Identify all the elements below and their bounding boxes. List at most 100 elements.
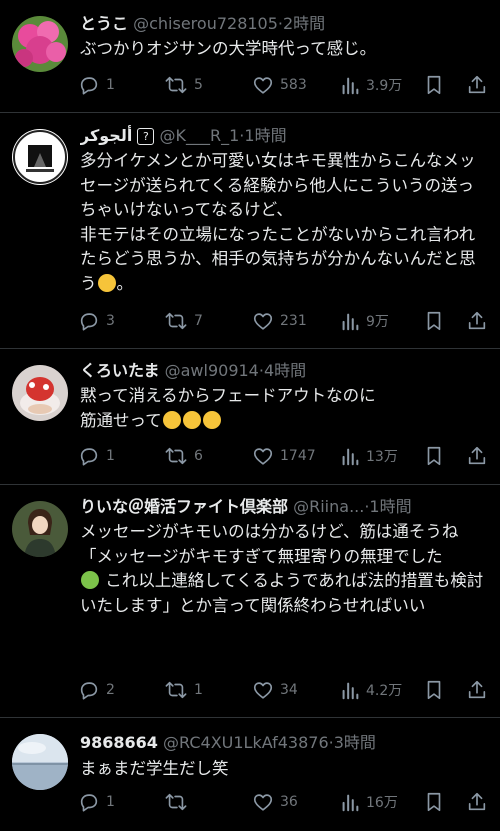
display-name[interactable]: りいな＠婚活ファイト倶楽部 <box>80 497 288 516</box>
bookmark-button[interactable] <box>424 309 444 333</box>
avatar[interactable] <box>12 129 68 185</box>
share-button[interactable] <box>466 73 488 97</box>
views-button[interactable]: 9万 <box>340 309 389 333</box>
views-icon <box>342 794 359 812</box>
views-count: 16万 <box>366 795 398 811</box>
bookmark-button[interactable] <box>424 444 444 468</box>
share-button[interactable] <box>466 790 488 814</box>
like-button[interactable]: 36 <box>252 790 298 814</box>
reply-button[interactable]: 2 <box>78 678 115 702</box>
like-count: 34 <box>280 682 298 698</box>
like-icon <box>253 794 273 811</box>
tweet-text: ぶつかりオジサンの大学時代って感じ。 <box>80 39 377 58</box>
reply-icon <box>80 448 98 466</box>
tweet-text: メッセージがキモいのは分かるけど、筋は通そうね 「メッセージがキモすぎて無理寄り… <box>80 520 486 618</box>
like-button[interactable]: 34 <box>252 678 298 702</box>
bookmark-button[interactable] <box>424 790 444 814</box>
tweet-text: 黙って消えるからフェードアウトなのに 筋通せって <box>80 384 486 433</box>
share-icon <box>468 446 486 465</box>
retweet-button[interactable]: 6 <box>164 444 203 468</box>
action-bar: 3 7 231 9万 <box>78 309 490 333</box>
timestamp[interactable]: 4時間 <box>264 361 306 380</box>
like-button[interactable]: 1747 <box>252 444 316 468</box>
like-count: 583 <box>280 77 307 93</box>
retweet-icon <box>165 312 187 330</box>
bookmark-button[interactable] <box>424 73 444 97</box>
action-bar: 1 36 16万 <box>78 790 490 814</box>
views-button[interactable]: 4.2万 <box>340 678 402 702</box>
tweet-text: まぁまだ学生だし笑 <box>80 759 229 778</box>
timestamp[interactable]: 1時間 <box>369 497 411 516</box>
views-count: 3.9万 <box>366 78 403 94</box>
share-button[interactable] <box>466 678 488 702</box>
tweet-3[interactable]: くろいたま @awl90914·4時間 黙って消えるからフェードアウトなのに 筋… <box>0 349 500 484</box>
retweet-button[interactable]: 1 <box>164 678 203 702</box>
reply-count: 1 <box>106 77 115 93</box>
action-bar: 2 1 34 4.2万 <box>78 678 490 702</box>
bookmark-button[interactable] <box>424 678 444 702</box>
views-count: 13万 <box>366 449 398 465</box>
like-icon <box>253 77 273 94</box>
display-name[interactable]: 9868664 <box>80 733 158 752</box>
display-name[interactable]: とうこ <box>80 14 128 33</box>
user-handle[interactable]: @awl90914 <box>165 361 259 380</box>
reply-button[interactable]: 3 <box>78 309 115 333</box>
views-icon <box>342 448 359 466</box>
action-bar: 1 5 583 3.9万 <box>78 73 490 97</box>
user-handle[interactable]: @Riina... <box>293 497 364 516</box>
reply-button[interactable]: 1 <box>78 73 115 97</box>
timestamp[interactable]: 2時間 <box>283 14 325 33</box>
views-button[interactable]: 13万 <box>340 444 398 468</box>
views-button[interactable]: 16万 <box>340 790 398 814</box>
tweet-text-main: 黙って消えるからフェードアウトなのに 筋通せって <box>80 386 376 430</box>
user-handle[interactable]: @K___R_1 <box>160 126 240 145</box>
retweet-count: 5 <box>194 77 203 93</box>
tweet-header: とうこ @chiserou728105·2時間 <box>80 13 488 35</box>
rofl-emoji-icon <box>182 410 201 429</box>
tweet-4[interactable]: りいな＠婚活ファイト倶楽部 @Riina...·1時間 メッセージがキモいのは分… <box>0 485 500 717</box>
share-button[interactable] <box>466 444 488 468</box>
tweet-header: 9868664 @RC4XU1LkAf43876·3時間 <box>80 732 488 754</box>
rofl-emoji-icon <box>162 410 181 429</box>
retweet-icon <box>165 76 187 94</box>
display-name[interactable]: ألجوكر <box>80 126 132 145</box>
like-button[interactable]: 231 <box>252 309 307 333</box>
retweet-button[interactable] <box>164 790 194 814</box>
reply-button[interactable]: 1 <box>78 790 115 814</box>
like-button[interactable]: 583 <box>252 73 307 97</box>
retweet-button[interactable]: 5 <box>164 73 203 97</box>
bookmark-icon <box>427 680 441 700</box>
avatar[interactable] <box>12 16 68 72</box>
retweet-count: 1 <box>194 682 203 698</box>
display-name[interactable]: くろいたま <box>80 361 160 380</box>
reply-count: 1 <box>106 794 115 810</box>
retweet-count: 6 <box>194 448 203 464</box>
user-handle[interactable]: @chiserou728105 <box>133 14 278 33</box>
timestamp[interactable]: 1時間 <box>244 126 286 145</box>
unknown-glyph-icon: ? <box>137 128 155 145</box>
like-count: 36 <box>280 794 298 810</box>
tweet-5[interactable]: 9868664 @RC4XU1LkAf43876·3時間 まぁまだ学生だし笑 1… <box>0 718 500 831</box>
share-icon <box>468 792 486 811</box>
tweet-2[interactable]: ألجوكر ? @K___R_1·1時間 多分イケメンとか可愛い女はキモ異性か… <box>0 113 500 348</box>
avatar[interactable] <box>12 365 68 421</box>
action-bar: 1 6 1747 13万 <box>78 444 490 468</box>
views-icon <box>342 313 359 331</box>
reply-icon <box>80 794 98 812</box>
tweet-text-main: メッセージがキモいのは分かるけど、筋は通そうね 「メッセージがキモすぎて無理寄り… <box>80 522 459 566</box>
tweet-1[interactable]: とうこ @chiserou728105·2時間 ぶつかりオジサンの大学時代って感… <box>0 0 500 112</box>
like-icon <box>253 682 273 699</box>
views-icon <box>342 77 359 95</box>
reply-icon <box>80 77 98 95</box>
user-handle[interactable]: @RC4XU1LkAf43876 <box>163 733 329 752</box>
avatar[interactable] <box>12 734 68 790</box>
avatar[interactable] <box>12 501 68 557</box>
retweet-button[interactable]: 7 <box>164 309 203 333</box>
bookmark-icon <box>427 75 441 95</box>
views-button[interactable]: 3.9万 <box>340 73 402 97</box>
tweet-text-rest: これ以上連絡してくるようであれば法的措置も検討いたします」とか言って関係終わらせ… <box>80 571 484 615</box>
share-button[interactable] <box>466 309 488 333</box>
bookmark-icon <box>427 311 441 331</box>
timestamp[interactable]: 3時間 <box>334 733 376 752</box>
reply-button[interactable]: 1 <box>78 444 115 468</box>
